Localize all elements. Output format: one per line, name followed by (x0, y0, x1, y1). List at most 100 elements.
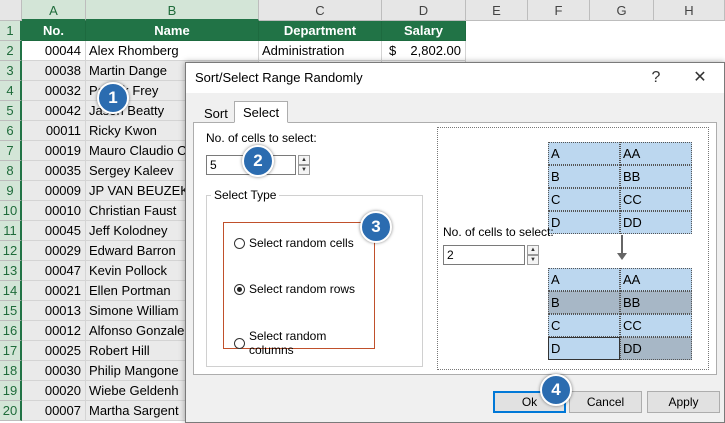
header-name[interactable]: Name (86, 21, 259, 41)
row-header[interactable]: 14 (0, 281, 22, 301)
salary-currency: $ (389, 43, 397, 58)
cell-no[interactable]: 00035 (22, 161, 86, 181)
row-header[interactable]: 12 (0, 241, 22, 261)
cell-no[interactable]: 00032 (22, 81, 86, 101)
row-header[interactable]: 11 (0, 221, 22, 241)
row-header[interactable]: 1 (0, 21, 22, 41)
options-highlight: Select random cells Select random rows S… (223, 222, 375, 357)
tab-select[interactable]: Select (234, 101, 289, 123)
cell-no[interactable]: 00045 (22, 221, 86, 241)
cell-department[interactable]: Administration (259, 41, 382, 61)
tab-sort[interactable]: Sort (195, 103, 237, 123)
cell-no[interactable]: 00044 (22, 41, 86, 61)
apply-button[interactable]: Apply (647, 391, 720, 413)
row-header[interactable]: 16 (0, 321, 22, 341)
column-header-d[interactable]: D (382, 0, 466, 21)
row-header[interactable]: 18 (0, 361, 22, 381)
preview-cell: BB (620, 165, 692, 188)
cell-salary[interactable]: $2,802.00 (382, 41, 466, 61)
radio-random-rows[interactable]: Select random rows (234, 282, 355, 296)
column-header-c[interactable]: C (259, 0, 382, 21)
preview-cell: D (548, 337, 620, 360)
row-header[interactable]: 15 (0, 301, 22, 321)
cell-no[interactable]: 00020 (22, 381, 86, 401)
sort-select-range-dialog: Sort/Select Range Randomly ? ✕ Sort Sele… (185, 62, 725, 423)
cancel-button[interactable]: Cancel (569, 391, 642, 413)
preview-cell: BB (620, 291, 692, 314)
cell-no[interactable]: 00030 (22, 361, 86, 381)
spin-down-icon[interactable]: ▼ (298, 165, 310, 175)
select-all-corner[interactable] (0, 0, 22, 21)
column-header-a[interactable]: A (22, 0, 86, 21)
cell-no[interactable]: 00038 (22, 61, 86, 81)
row-header[interactable]: 4 (0, 81, 22, 101)
cell-no[interactable]: 00013 (22, 301, 86, 321)
row-header[interactable]: 3 (0, 61, 22, 81)
header-department[interactable]: Department (259, 21, 382, 41)
cell-no[interactable]: 00021 (22, 281, 86, 301)
cell-no[interactable]: 00047 (22, 261, 86, 281)
spin-up-icon[interactable]: ▲ (298, 155, 310, 165)
column-header-h[interactable]: H (654, 0, 725, 21)
close-button[interactable]: ✕ (688, 67, 712, 89)
row-header[interactable]: 20 (0, 401, 22, 421)
cell-name[interactable]: Alex Rhomberg (86, 41, 259, 61)
radio-random-columns[interactable]: Select random columns (234, 329, 374, 357)
row-header[interactable]: 6 (0, 121, 22, 141)
header-salary[interactable]: Salary (382, 21, 466, 41)
preview-cells-label: No. of cells to select: (443, 225, 554, 239)
step-badge-2: 2 (242, 145, 274, 177)
row-header[interactable]: 5 (0, 101, 22, 121)
row-header[interactable]: 10 (0, 201, 22, 221)
step-badge-3: 3 (360, 211, 392, 243)
cell-no[interactable]: 00011 (22, 121, 86, 141)
preview-cell: C (548, 314, 620, 337)
dialog-titlebar: Sort/Select Range Randomly ? ✕ (186, 63, 724, 93)
preview-cell: CC (620, 314, 692, 337)
preview-cell: CC (620, 188, 692, 211)
row-header[interactable]: 19 (0, 381, 22, 401)
salary-value: 2,802.00 (410, 43, 461, 58)
cells-to-select-label: No. of cells to select: (206, 131, 317, 145)
preview-cell: DD (620, 211, 692, 234)
preview-before-grid: A AA B BB C CC D DD (548, 142, 692, 234)
preview-cell: D (548, 211, 620, 234)
row-header[interactable]: 13 (0, 261, 22, 281)
preview-cell: A (548, 142, 620, 165)
row-header[interactable]: 17 (0, 341, 22, 361)
step-badge-4: 4 (540, 374, 572, 406)
column-header-b[interactable]: B (86, 0, 259, 21)
preview-panel: A AA B BB C CC D DD No. of cells to select: 2 ▲… (437, 127, 709, 370)
cell-no[interactable]: 00019 (22, 141, 86, 161)
radio-random-cells[interactable]: Select random cells (234, 236, 354, 250)
cells-to-select-spinner[interactable]: ▲ ▼ (298, 155, 310, 175)
row-header[interactable]: 9 (0, 181, 22, 201)
column-header-e[interactable]: E (466, 0, 528, 21)
row-header[interactable]: 7 (0, 141, 22, 161)
arrow-down-icon (617, 235, 627, 260)
preview-cell: B (548, 291, 620, 314)
spin-up-icon: ▲ (527, 245, 539, 255)
cell-no[interactable]: 00012 (22, 321, 86, 341)
spin-down-icon: ▼ (527, 255, 539, 265)
cell-no[interactable]: 00009 (22, 181, 86, 201)
help-button[interactable]: ? (644, 67, 668, 89)
radio-selected-icon (234, 283, 245, 295)
cell-no[interactable]: 00025 (22, 341, 86, 361)
preview-cell: AA (620, 268, 692, 291)
dialog-title: Sort/Select Range Randomly (195, 70, 363, 85)
preview-cell: AA (620, 142, 692, 165)
preview-cell: DD (620, 337, 692, 360)
preview-cell: A (548, 268, 620, 291)
row-header[interactable]: 2 (0, 41, 22, 61)
cell-no[interactable]: 00029 (22, 241, 86, 261)
cell-no[interactable]: 00042 (22, 101, 86, 121)
cell-no[interactable]: 00010 (22, 201, 86, 221)
radio-circle-icon (234, 237, 245, 249)
row-header[interactable]: 8 (0, 161, 22, 181)
preview-spinner: ▲ ▼ (527, 245, 539, 265)
header-no[interactable]: No. (22, 21, 86, 41)
column-header-g[interactable]: G (590, 0, 654, 21)
cell-no[interactable]: 00007 (22, 401, 86, 421)
column-header-f[interactable]: F (528, 0, 590, 21)
